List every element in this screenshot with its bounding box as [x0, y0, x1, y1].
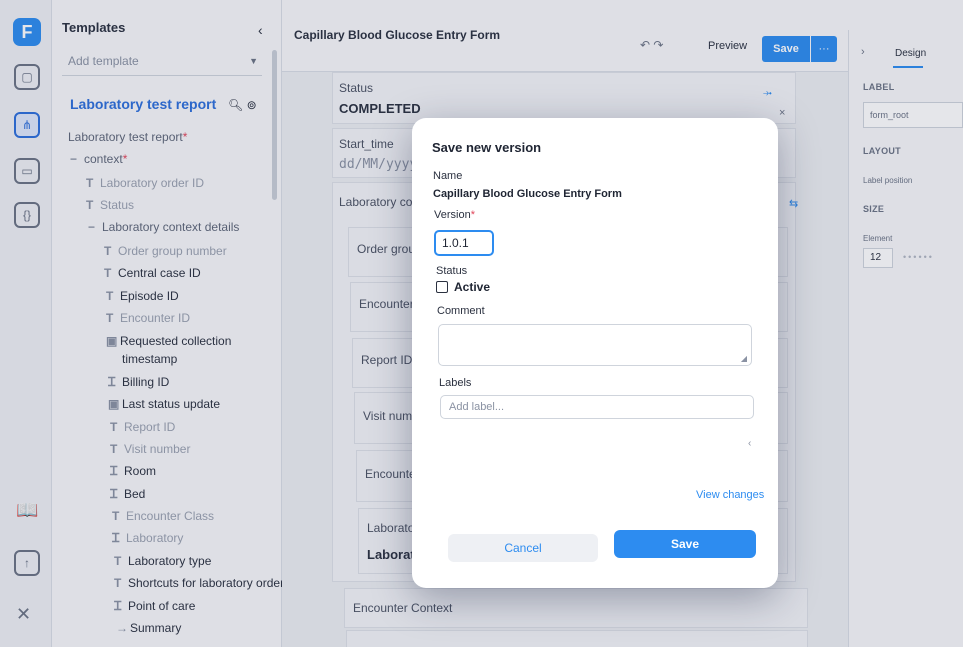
- version-input[interactable]: 1.0.1: [434, 230, 494, 256]
- view-changes-link[interactable]: View changes: [696, 489, 764, 501]
- dialog-save-button[interactable]: Save: [614, 530, 756, 558]
- add-label-input[interactable]: Add label...: [440, 395, 754, 419]
- resize-handle-icon[interactable]: ◢: [741, 354, 747, 363]
- active-label[interactable]: Active: [454, 280, 490, 294]
- comment-label: Comment: [437, 305, 485, 317]
- active-checkbox[interactable]: [436, 281, 448, 293]
- name-value: Capillary Blood Glucose Entry Form: [433, 188, 622, 200]
- dialog-title: Save new version: [432, 140, 542, 155]
- chevron-left-icon[interactable]: ‹: [748, 438, 751, 449]
- labels-label: Labels: [439, 377, 472, 389]
- save-version-dialog: Save new version Name Capillary Blood Gl…: [412, 118, 778, 588]
- comment-textarea[interactable]: ◢: [438, 324, 752, 366]
- name-label: Name: [433, 170, 463, 182]
- version-label: Version*: [434, 209, 475, 221]
- cancel-button[interactable]: Cancel: [448, 534, 598, 562]
- status-label: Status: [436, 265, 468, 277]
